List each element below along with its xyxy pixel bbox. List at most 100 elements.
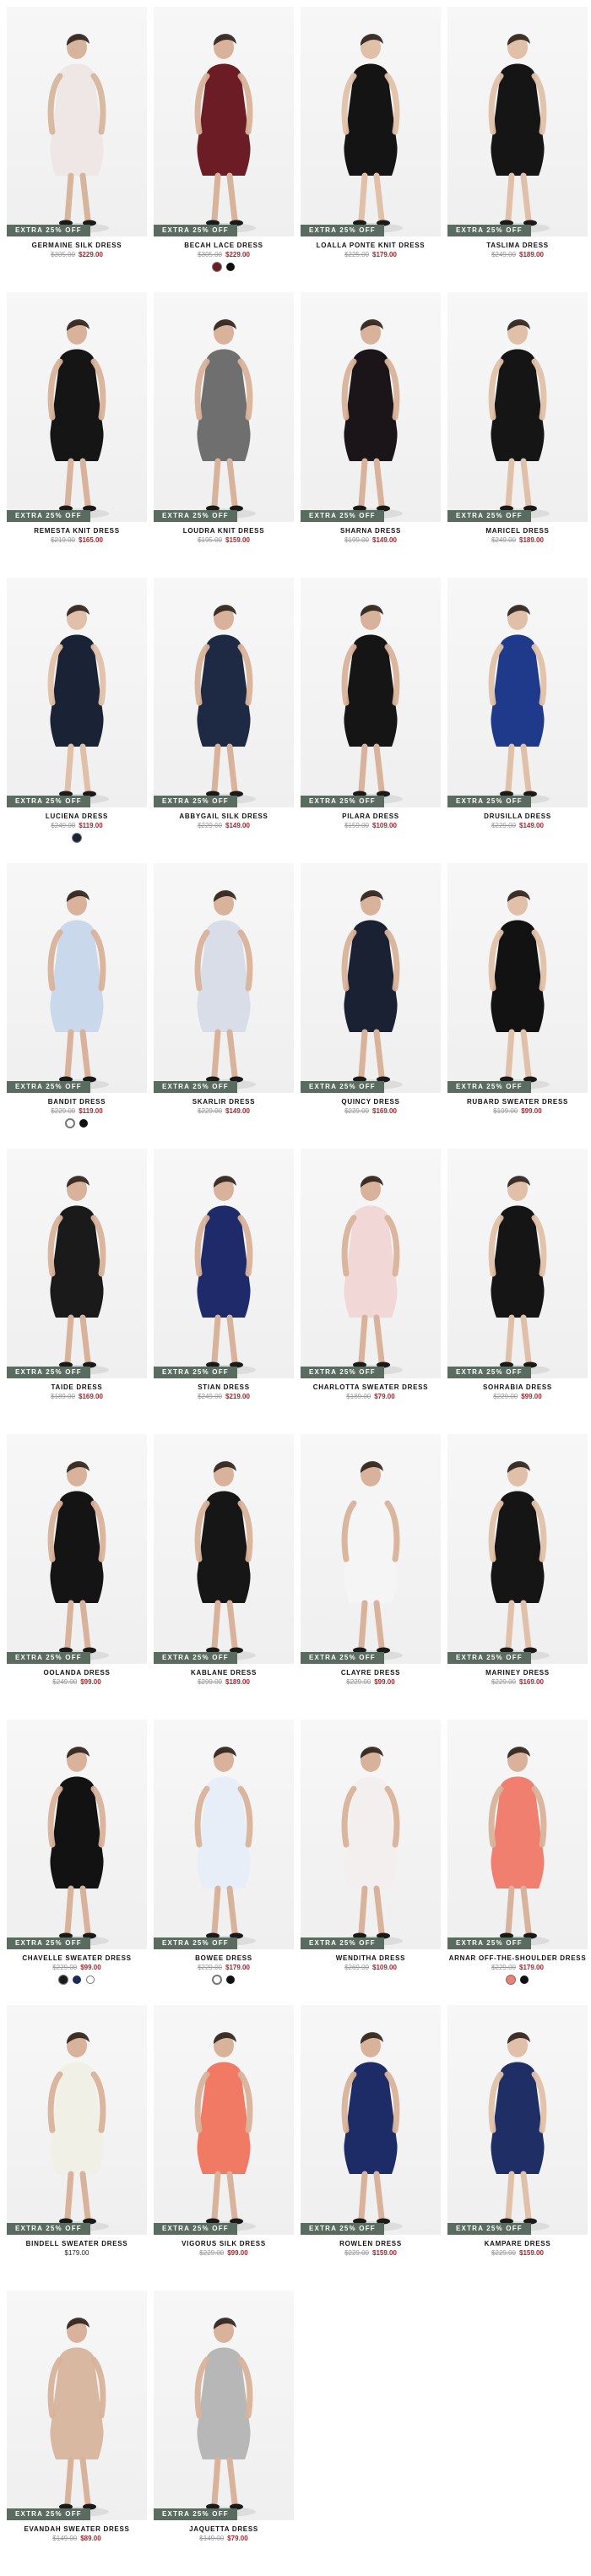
product-name[interactable]: KAMPARE DRESS (447, 2240, 588, 2247)
color-swatch[interactable] (226, 263, 235, 271)
product-name[interactable]: REMESTA KNIT DRESS (7, 527, 147, 535)
product-name[interactable]: KABLANE DRESS (154, 1669, 294, 1677)
product-name[interactable]: SOHRABIA DRESS (447, 1383, 588, 1391)
product-card[interactable]: EXTRA 25% OFF ARNAR OFF-THE-SHOULDER DRES… (447, 1720, 588, 2005)
product-image[interactable]: EXTRA 25% OFF (7, 2291, 147, 2520)
color-swatch[interactable] (73, 834, 81, 842)
product-card[interactable]: EXTRA 25% OFF MARICEL DRESS $249.00 $189.00 (447, 292, 588, 578)
product-card[interactable]: EXTRA 25% OFF QUINCY DRESS $229.00 $169.00 (301, 863, 441, 1149)
product-image[interactable]: EXTRA 25% OFF (301, 1720, 441, 1949)
product-name[interactable]: BANDIT DRESS (7, 1098, 147, 1106)
product-image[interactable]: EXTRA 25% OFF (301, 1434, 441, 1664)
product-image[interactable]: EXTRA 25% OFF (7, 578, 147, 807)
product-card[interactable]: EXTRA 25% OFF SHARNA DRESS $199.00 $149.00 (301, 292, 441, 578)
product-image[interactable]: EXTRA 25% OFF (154, 7, 294, 236)
product-name[interactable]: OOLANDA DRESS (7, 1669, 147, 1677)
product-card[interactable]: EXTRA 25% OFF BINDELL SWEATER DRESS $179.0… (7, 2005, 147, 2291)
product-image[interactable]: EXTRA 25% OFF (301, 2005, 441, 2235)
color-swatch[interactable] (73, 1975, 81, 1984)
product-image[interactable]: EXTRA 25% OFF (7, 292, 147, 522)
product-card[interactable]: EXTRA 25% OFF TAIDE DRESS $189.00 $169.00 (7, 1149, 147, 1434)
color-swatch[interactable] (86, 1975, 95, 1984)
product-image[interactable]: EXTRA 25% OFF (7, 1149, 147, 1378)
product-image[interactable]: EXTRA 25% OFF (7, 2005, 147, 2235)
product-name[interactable]: QUINCY DRESS (301, 1098, 441, 1106)
color-swatch[interactable] (59, 1975, 68, 1984)
product-card[interactable]: EXTRA 25% OFF KAMPARE DRESS $229.00 $159.00 (447, 2005, 588, 2291)
product-image[interactable]: EXTRA 25% OFF (301, 7, 441, 236)
product-image[interactable]: EXTRA 25% OFF (154, 1720, 294, 1949)
color-swatch[interactable] (520, 1975, 529, 1984)
product-image[interactable]: EXTRA 25% OFF (7, 1434, 147, 1664)
product-image[interactable]: EXTRA 25% OFF (154, 292, 294, 522)
product-image[interactable]: EXTRA 25% OFF (7, 863, 147, 1093)
product-name[interactable]: BOWEE DRESS (154, 1954, 294, 1962)
product-card[interactable]: EXTRA 25% OFF BECAH LACE DRESS $305.00 $229… (154, 7, 294, 292)
color-swatch[interactable] (66, 1119, 74, 1128)
product-card[interactable]: EXTRA 25% OFF EVANDAH SWEATER DRESS $149.0… (7, 2291, 147, 2576)
product-image[interactable]: EXTRA 25% OFF (7, 1720, 147, 1949)
product-image[interactable]: EXTRA 25% OFF (447, 1149, 588, 1378)
product-image[interactable]: EXTRA 25% OFF (447, 7, 588, 236)
product-name[interactable]: LUCIENA DRESS (7, 812, 147, 820)
product-name[interactable]: STIAN DRESS (154, 1383, 294, 1391)
product-image[interactable]: EXTRA 25% OFF (447, 1434, 588, 1664)
product-name[interactable]: PILARA DRESS (301, 812, 441, 820)
product-image[interactable]: EXTRA 25% OFF (447, 1720, 588, 1949)
product-card[interactable]: EXTRA 25% OFF CLAYRE DRESS $229.00 $99.00 (301, 1434, 441, 1720)
product-card[interactable]: EXTRA 25% OFF LOALLA PONTE KNIT DRESS $225… (301, 7, 441, 292)
product-image[interactable]: EXTRA 25% OFF (447, 2005, 588, 2235)
product-name[interactable]: BECAH LACE DRESS (154, 242, 294, 249)
product-card[interactable]: EXTRA 25% OFF PILARA DRESS $159.00 $109.00 (301, 578, 441, 863)
color-swatch[interactable] (213, 263, 221, 271)
product-name[interactable]: EVANDAH SWEATER DRESS (7, 2525, 147, 2533)
product-card[interactable]: EXTRA 25% OFF SOHRABIA DRESS $229.00 $99.00 (447, 1149, 588, 1434)
product-image[interactable]: EXTRA 25% OFF (301, 578, 441, 807)
product-image[interactable]: EXTRA 25% OFF (7, 7, 147, 236)
product-image[interactable]: EXTRA 25% OFF (301, 1149, 441, 1378)
product-card[interactable]: EXTRA 25% OFF CHARLOTTA SWEATER DRESS $189… (301, 1149, 441, 1434)
product-name[interactable]: TASLIMA DRESS (447, 242, 588, 249)
product-card[interactable]: EXTRA 25% OFF KABLANE DRESS $299.00 $189.00 (154, 1434, 294, 1720)
color-swatch[interactable] (226, 1975, 235, 1984)
product-image[interactable]: EXTRA 25% OFF (154, 2291, 294, 2520)
product-card[interactable]: EXTRA 25% OFF BOWEE DRESS $229.00 $179.00 (154, 1720, 294, 2005)
product-name[interactable]: ABBYGAIL SILK DRESS (154, 812, 294, 820)
product-card[interactable]: EXTRA 25% OFF GERMAINE SILK DRESS $305.00 $… (7, 7, 147, 292)
product-image[interactable]: EXTRA 25% OFF (301, 292, 441, 522)
product-image[interactable]: EXTRA 25% OFF (154, 578, 294, 807)
product-name[interactable]: ARNAR OFF-THE-SHOULDER DRESS (447, 1954, 588, 1962)
product-card[interactable]: EXTRA 25% OFF SKARLIR DRESS $229.00 $149.00 (154, 863, 294, 1149)
product-name[interactable]: GERMAINE SILK DRESS (7, 242, 147, 249)
product-card[interactable]: EXTRA 25% OFF BANDIT DRESS $229.00 $119.00 (7, 863, 147, 1149)
product-card[interactable]: EXTRA 25% OFF STIAN DRESS $249.00 $219.00 (154, 1149, 294, 1434)
product-name[interactable]: WENDITHA DRESS (301, 1954, 441, 1962)
product-image[interactable]: EXTRA 25% OFF (447, 863, 588, 1093)
product-name[interactable]: MARICEL DRESS (447, 527, 588, 535)
product-card[interactable]: EXTRA 25% OFF CHAVELLE SWEATER DRESS $229.… (7, 1720, 147, 2005)
product-name[interactable]: LOUDRA KNIT DRESS (154, 527, 294, 535)
product-card[interactable]: EXTRA 25% OFF MARINEY DRESS $229.00 $169.00 (447, 1434, 588, 1720)
product-card[interactable]: EXTRA 25% OFF TASLIMA DRESS $249.00 $189.00 (447, 7, 588, 292)
product-name[interactable]: CHAVELLE SWEATER DRESS (7, 1954, 147, 1962)
product-card[interactable]: EXTRA 25% OFF ROWLEN DRESS $229.00 $159.00 (301, 2005, 441, 2291)
product-card[interactable]: EXTRA 25% OFF LOUDRA KNIT DRESS $195.00 $15… (154, 292, 294, 578)
product-name[interactable]: MARINEY DRESS (447, 1669, 588, 1677)
product-name[interactable]: SHARNA DRESS (301, 527, 441, 535)
product-name[interactable]: ROWLEN DRESS (301, 2240, 441, 2247)
product-name[interactable]: CHARLOTTA SWEATER DRESS (301, 1383, 441, 1391)
product-name[interactable]: JAQUETTA DRESS (154, 2525, 294, 2533)
product-image[interactable]: EXTRA 25% OFF (154, 1149, 294, 1378)
product-name[interactable]: SKARLIR DRESS (154, 1098, 294, 1106)
product-card[interactable]: EXTRA 25% OFF ABBYGAIL SILK DRESS $229.00 $… (154, 578, 294, 863)
product-card[interactable]: EXTRA 25% OFF DRUSILLA DRESS $229.00 $149.0… (447, 578, 588, 863)
product-image[interactable]: EXTRA 25% OFF (154, 2005, 294, 2235)
color-swatch[interactable] (79, 1119, 88, 1128)
product-image[interactable]: EXTRA 25% OFF (447, 578, 588, 807)
product-image[interactable]: EXTRA 25% OFF (154, 863, 294, 1093)
product-card[interactable]: EXTRA 25% OFF LUCIENA DRESS $249.00 $119.00 (7, 578, 147, 863)
product-image[interactable]: EXTRA 25% OFF (301, 863, 441, 1093)
product-card[interactable]: EXTRA 25% OFF REMESTA KNIT DRESS $219.00 $1… (7, 292, 147, 578)
product-card[interactable]: EXTRA 25% OFF JAQUETTA DRESS $149.00 $79.00 (154, 2291, 294, 2576)
product-card[interactable]: EXTRA 25% OFF WENDITHA DRESS $269.00 $109.0… (301, 1720, 441, 2005)
